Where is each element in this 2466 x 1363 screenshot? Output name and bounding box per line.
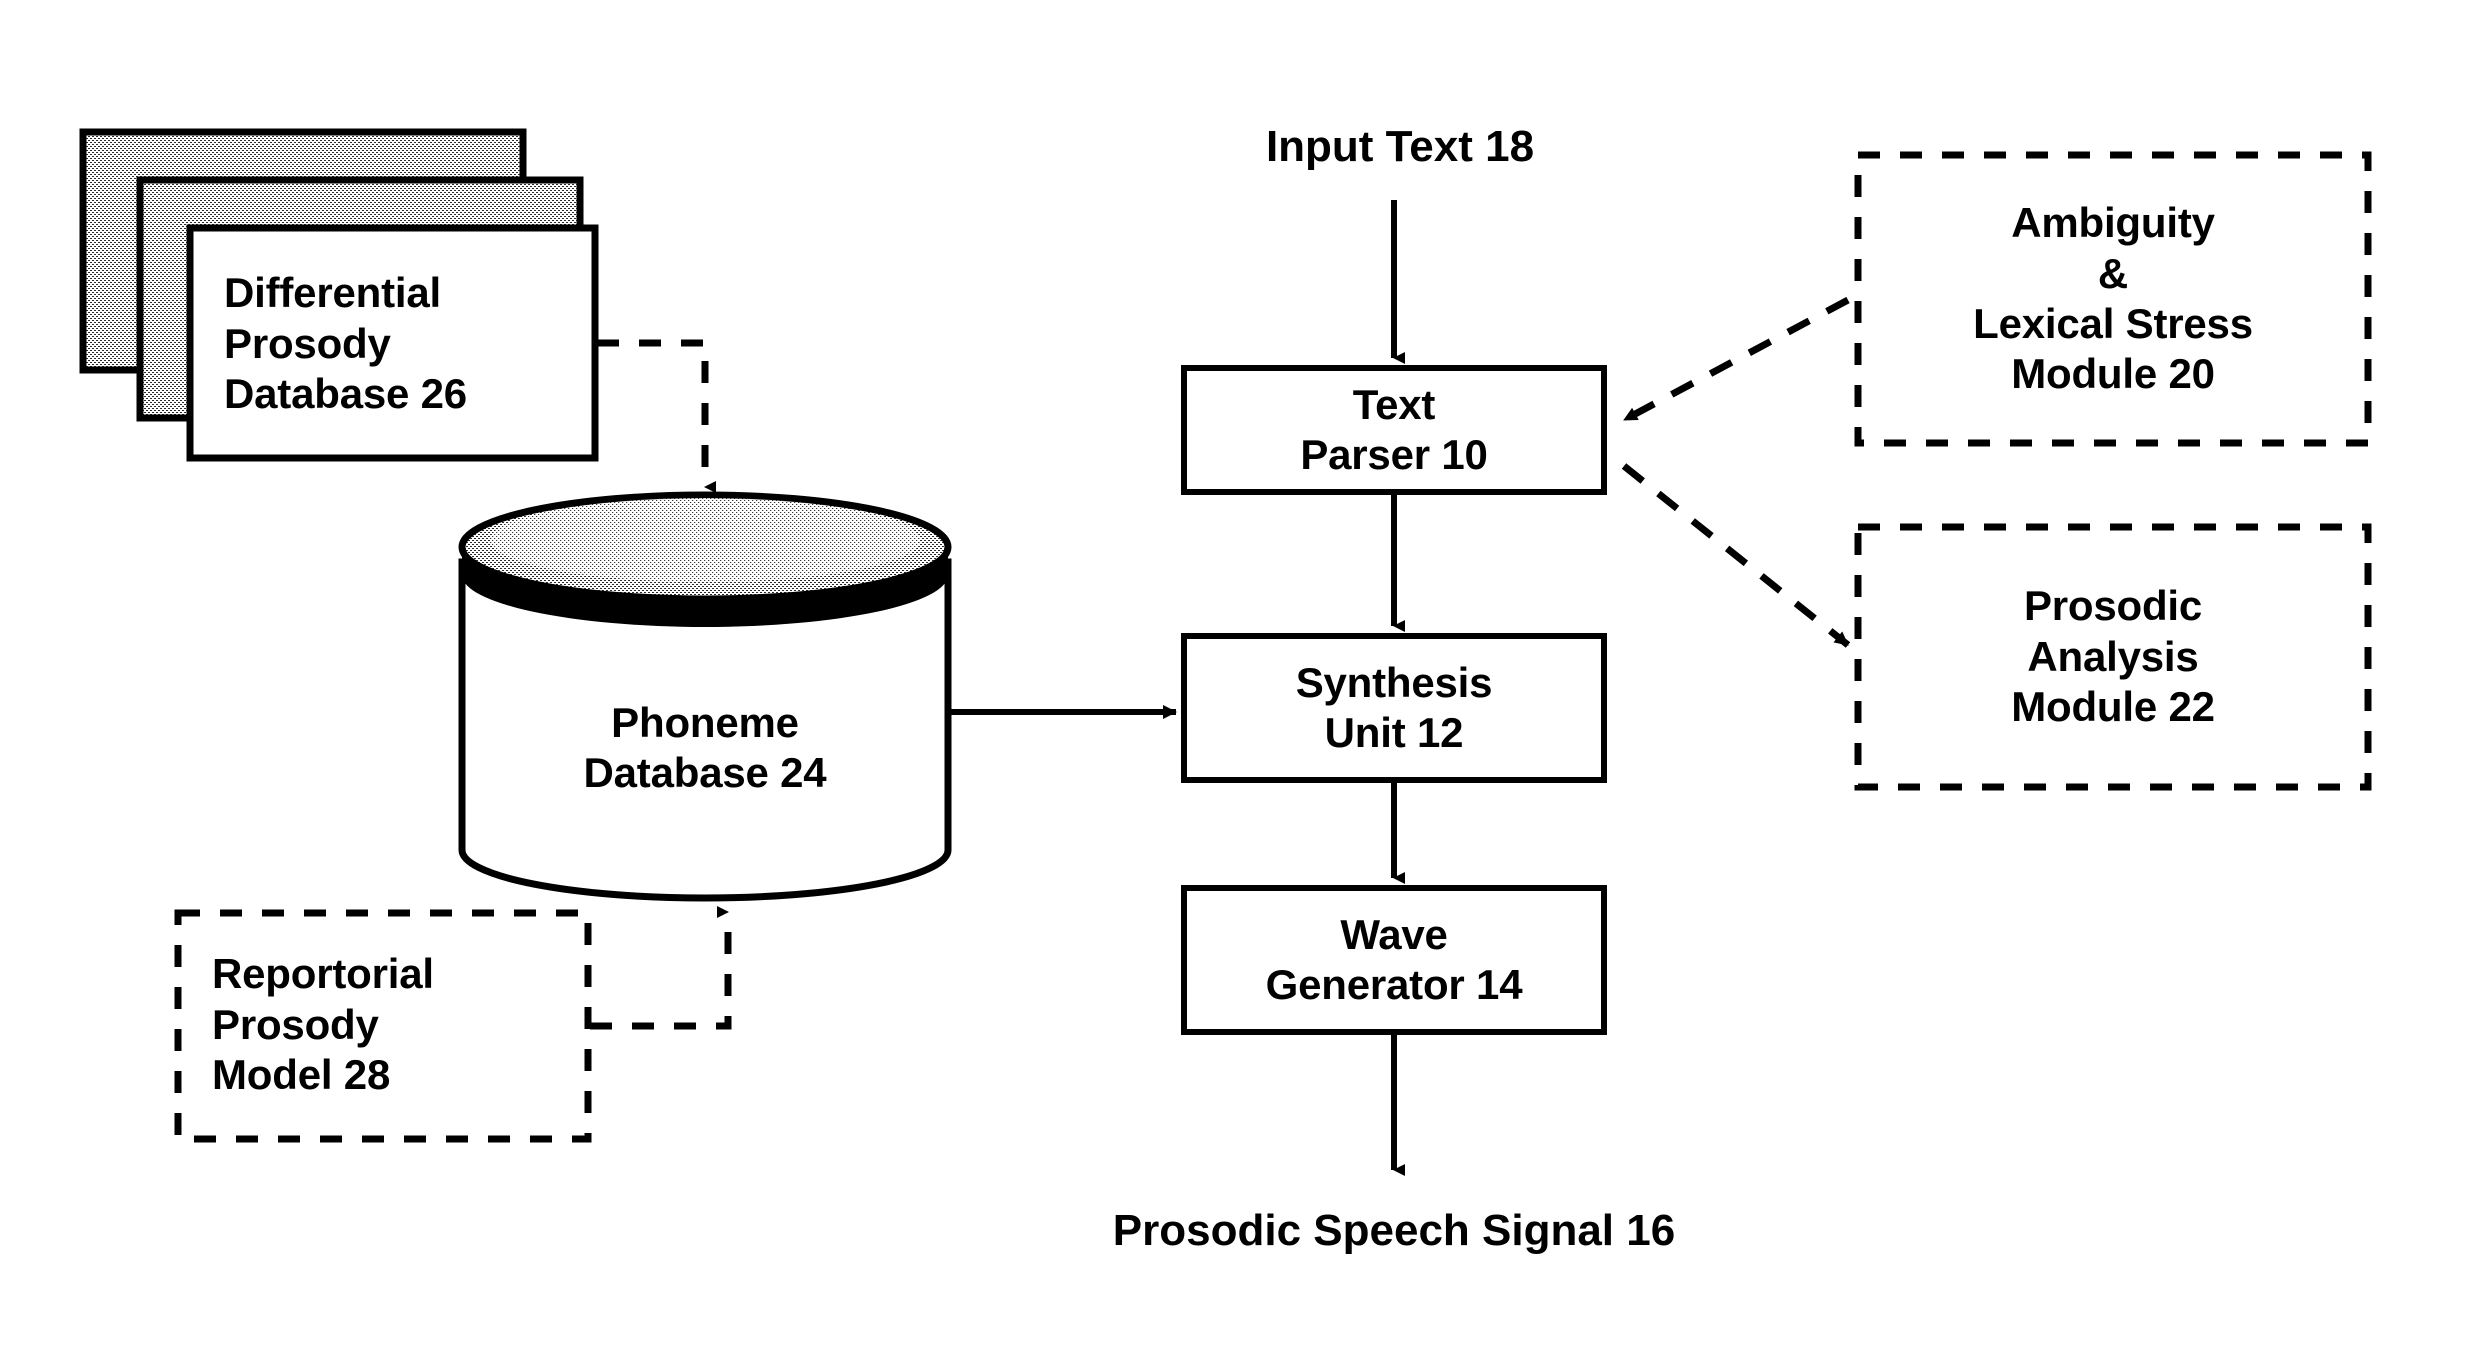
reportorial-prosody-model-node[interactable]: [178, 913, 588, 1139]
wave-generator-node[interactable]: [1184, 888, 1604, 1032]
text-parser-node[interactable]: [1184, 368, 1604, 492]
ambiguity-lexical-stress-module-node[interactable]: [1858, 155, 2368, 443]
prosodic-analysis-module-node[interactable]: [1858, 527, 2368, 787]
diagram-canvas: Input Text 18 Differential Prosody Datab…: [0, 0, 2466, 1363]
input-text-label: Input Text 18: [1265, 122, 1535, 171]
connector-diffdb-to-phoneme: [597, 339, 716, 493]
differential-prosody-database-node[interactable]: [83, 132, 595, 462]
synthesis-unit-node[interactable]: [1184, 636, 1604, 780]
connector-parser-to-prosodic-analysis: [1621, 463, 1851, 648]
connector-ambiguity-to-parser: [1622, 296, 1850, 424]
output-signal-label: Prosodic Speech Signal 16: [1112, 1206, 1676, 1255]
connector-reportorial-to-phoneme: [590, 906, 732, 1030]
phoneme-database-node[interactable]: [455, 492, 955, 902]
